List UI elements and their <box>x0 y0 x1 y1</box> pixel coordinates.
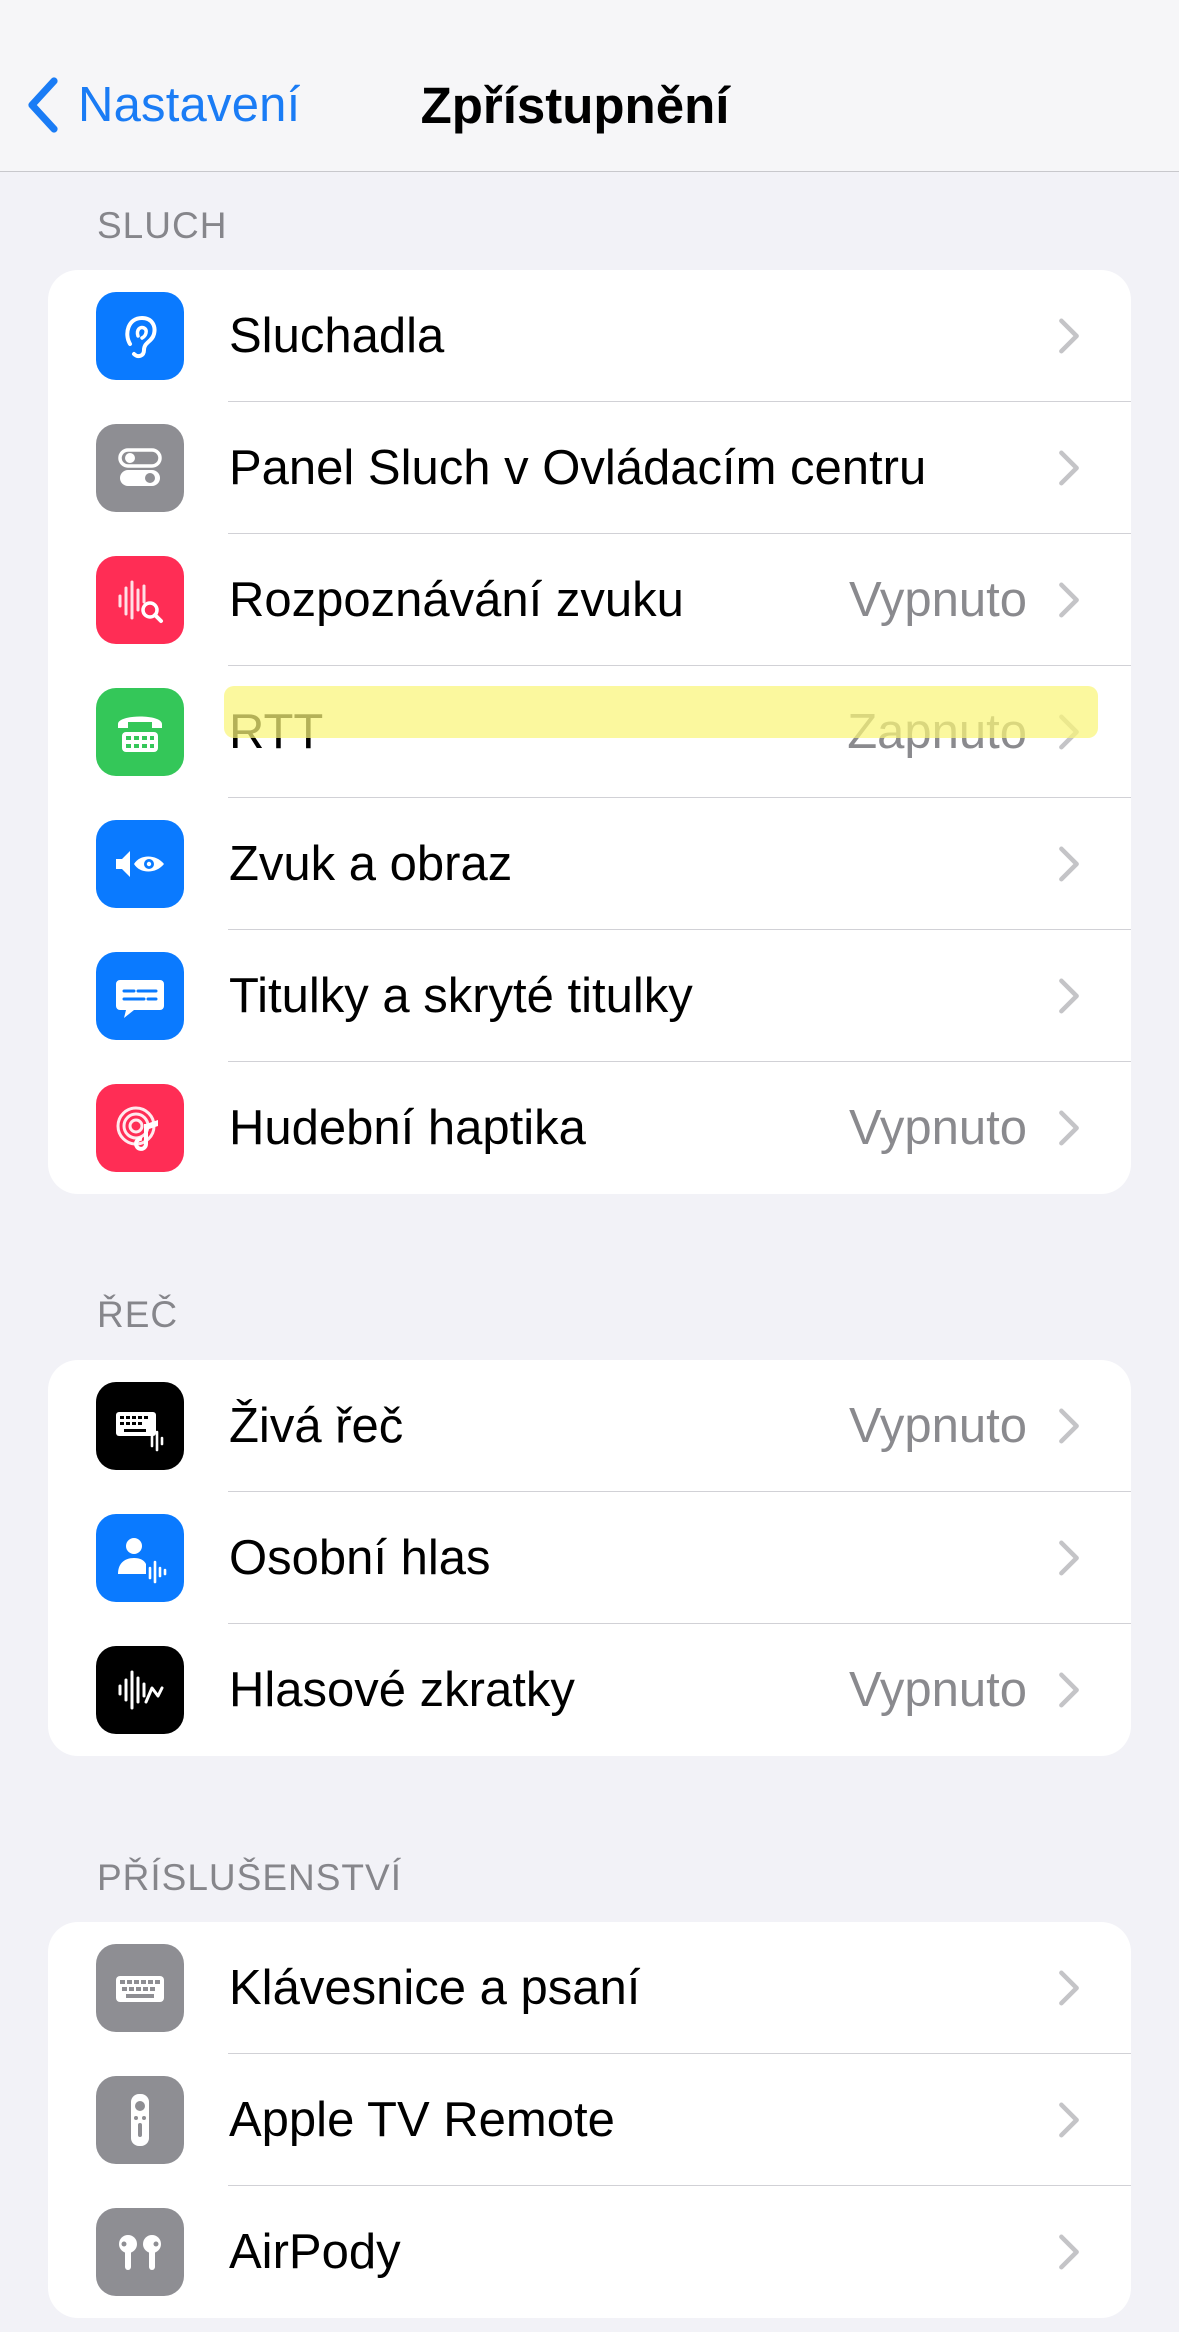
row-label: Hlasové zkratky <box>229 1663 575 1717</box>
row-value: Vypnuto <box>849 573 1027 627</box>
chevron-right-icon <box>1059 2234 1079 2270</box>
music-haptics-icon <box>96 1084 184 1172</box>
ear-icon <box>96 292 184 380</box>
group-sluch: Sluchadla Panel Sluch v Ovládacím centru… <box>48 270 1131 1194</box>
settings-row-hudebni-haptika[interactable]: Hudební haptika Vypnuto <box>48 1062 1131 1194</box>
sound-recognition-icon <box>96 556 184 644</box>
navigation-bar: Nastavení Zpřístupnění <box>0 0 1179 172</box>
settings-row-hlasove-zkratky[interactable]: Hlasové zkratky Vypnuto <box>48 1624 1131 1756</box>
chevron-right-icon <box>1059 1672 1079 1708</box>
chevron-right-icon <box>1059 1110 1079 1146</box>
settings-row-osobni-hlas[interactable]: Osobní hlas <box>48 1492 1131 1624</box>
airpods-icon <box>96 2208 184 2296</box>
row-label: Titulky a skryté titulky <box>229 969 693 1023</box>
row-value: Vypnuto <box>849 1101 1027 1155</box>
chevron-right-icon <box>1059 978 1079 1014</box>
waveform-shortcut-icon <box>96 1646 184 1734</box>
row-value: Vypnuto <box>849 1399 1027 1453</box>
settings-row-apple-tv-remote[interactable]: Apple TV Remote <box>48 2054 1131 2186</box>
group-prislusenstvi: Klávesnice a psaní Apple TV Remote AirPo… <box>48 1922 1131 2318</box>
captions-bubble-icon <box>96 952 184 1040</box>
settings-row-rtt[interactable]: RTT Zapnuto <box>48 666 1131 798</box>
row-label: Panel Sluch v Ovládacím centru <box>229 441 927 495</box>
row-label: Osobní hlas <box>229 1531 491 1585</box>
settings-row-panel-sluch[interactable]: Panel Sluch v Ovládacím centru <box>48 402 1131 534</box>
chevron-right-icon <box>1059 1540 1079 1576</box>
settings-row-rozpoznavani-zvuku[interactable]: Rozpoznávání zvuku Vypnuto <box>48 534 1131 666</box>
toggles-icon <box>96 424 184 512</box>
row-value: Zapnuto <box>847 705 1027 759</box>
chevron-right-icon <box>1059 582 1079 618</box>
row-label: Rozpoznávání zvuku <box>229 573 684 627</box>
chevron-right-icon <box>1059 714 1079 750</box>
section-header-sluch: SLUCH <box>97 205 228 246</box>
keyboard-icon <box>96 1944 184 2032</box>
chevron-right-icon <box>1059 846 1079 882</box>
settings-row-airpody[interactable]: AirPody <box>48 2186 1131 2318</box>
row-label: Klávesnice a psaní <box>229 1961 641 2015</box>
row-label: Hudební haptika <box>229 1101 586 1155</box>
settings-row-klavesnice[interactable]: Klávesnice a psaní <box>48 1922 1131 2054</box>
section-header-prislusenstvi: PŘÍSLUŠENSTVÍ <box>97 1857 402 1898</box>
section-header-rec: ŘEČ <box>97 1294 179 1335</box>
row-label: Živá řeč <box>229 1399 404 1453</box>
settings-row-zvuk-a-obraz[interactable]: Zvuk a obraz <box>48 798 1131 930</box>
chevron-right-icon <box>1059 1408 1079 1444</box>
chevron-right-icon <box>1059 2102 1079 2138</box>
row-label: Sluchadla <box>229 309 445 363</box>
page-title: Zpřístupnění <box>420 76 730 134</box>
chevron-right-icon <box>1059 1970 1079 2006</box>
settings-row-sluchadla[interactable]: Sluchadla <box>48 270 1131 402</box>
row-label: RTT <box>229 705 324 759</box>
row-label: AirPody <box>229 2225 401 2279</box>
tv-remote-icon <box>96 2076 184 2164</box>
person-waveform-icon <box>96 1514 184 1602</box>
speaker-eye-icon <box>96 820 184 908</box>
settings-row-ziva-rec[interactable]: Živá řeč Vypnuto <box>48 1360 1131 1492</box>
tty-phone-icon <box>96 688 184 776</box>
keyboard-waveform-icon <box>96 1382 184 1470</box>
row-label: Zvuk a obraz <box>229 837 513 891</box>
group-rec: Živá řeč Vypnuto Osobní hlas Hlasové zkr… <box>48 1360 1131 1756</box>
chevron-right-icon <box>1059 318 1079 354</box>
row-value: Vypnuto <box>849 1663 1027 1717</box>
settings-row-titulky[interactable]: Titulky a skryté titulky <box>48 930 1131 1062</box>
chevron-right-icon <box>1059 450 1079 486</box>
row-label: Apple TV Remote <box>229 2093 615 2147</box>
